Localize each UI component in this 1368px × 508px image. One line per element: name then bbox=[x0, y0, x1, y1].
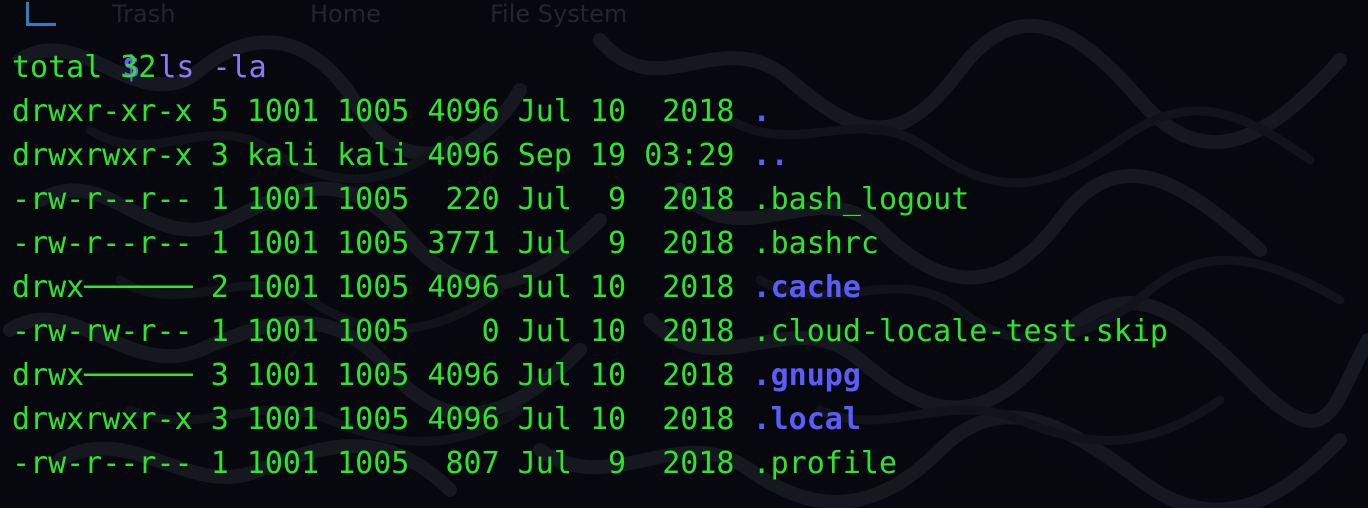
entry-time: 2018 bbox=[644, 446, 735, 481]
entry-day: 10 bbox=[590, 314, 627, 349]
entry-perms: drwx────── bbox=[12, 270, 193, 305]
entry-month: Jul bbox=[517, 270, 572, 305]
entry-time: 2018 bbox=[644, 226, 735, 261]
table-row: drwx────── 2 1001 1005 4096 Jul 10 2018 … bbox=[12, 266, 861, 310]
entry-links: 1 bbox=[210, 446, 229, 481]
entry-owner: 1001 bbox=[246, 314, 320, 349]
entry-time: 2018 bbox=[644, 358, 735, 393]
entry-day: 10 bbox=[590, 270, 627, 305]
entry-links: 1 bbox=[210, 182, 229, 217]
file-name: .cloud-locale-test.skip bbox=[752, 314, 1168, 349]
command-text: ls -la bbox=[158, 50, 267, 85]
entry-month: Jul bbox=[517, 182, 572, 217]
entry-size: 4096 bbox=[427, 358, 500, 393]
entry-owner: 1001 bbox=[246, 94, 320, 129]
entry-time: 2018 bbox=[644, 94, 735, 129]
entry-links: 3 bbox=[210, 358, 229, 393]
entry-size: 4096 bbox=[427, 138, 500, 173]
entry-owner: 1001 bbox=[246, 182, 320, 217]
entry-owner: 1001 bbox=[246, 226, 320, 261]
entry-time: 2018 bbox=[644, 314, 735, 349]
entry-size: 0 bbox=[427, 314, 500, 349]
entry-time: 2018 bbox=[644, 402, 735, 437]
directory-name: . bbox=[752, 94, 771, 129]
entry-links: 5 bbox=[210, 94, 229, 129]
entry-size: 4096 bbox=[427, 94, 500, 129]
entry-owner: 1001 bbox=[246, 270, 320, 305]
entry-day: 9 bbox=[590, 446, 627, 481]
file-name: .profile bbox=[752, 446, 898, 481]
entry-day: 10 bbox=[590, 402, 627, 437]
entry-owner: kali bbox=[246, 138, 320, 173]
entry-size: 220 bbox=[427, 182, 500, 217]
entry-size: 4096 bbox=[427, 270, 500, 305]
entry-group: 1005 bbox=[337, 270, 410, 305]
entry-owner: 1001 bbox=[246, 402, 320, 437]
entry-links: 1 bbox=[210, 314, 229, 349]
directory-name: .gnupg bbox=[752, 358, 861, 393]
total-line: total 32 bbox=[12, 50, 157, 85]
file-name: .bash_logout bbox=[752, 182, 970, 217]
prompt-corner-icon bbox=[26, 2, 56, 26]
entry-month: Jul bbox=[517, 358, 572, 393]
entry-time: 2018 bbox=[644, 270, 735, 305]
entry-day: 10 bbox=[590, 94, 627, 129]
entry-month: Jul bbox=[517, 402, 572, 437]
entry-perms: drwxr-xr-x bbox=[12, 94, 193, 129]
entry-links: 3 bbox=[210, 138, 229, 173]
entry-perms: -rw-r--r-- bbox=[12, 226, 193, 261]
entry-month: Jul bbox=[517, 226, 572, 261]
directory-name: .local bbox=[752, 402, 861, 437]
entry-perms: drwxrwxr-x bbox=[12, 138, 193, 173]
entry-links: 1 bbox=[210, 226, 229, 261]
entry-perms: drwxrwxr-x bbox=[12, 402, 193, 437]
table-row: drwxrwxr-x 3 1001 1005 4096 Jul 10 2018 … bbox=[12, 398, 861, 442]
entry-time: 2018 bbox=[644, 182, 735, 217]
entry-group: 1005 bbox=[337, 314, 410, 349]
directory-name: .cache bbox=[752, 270, 861, 305]
table-row: -rw-rw-r-- 1 1001 1005 0 Jul 10 2018 .cl… bbox=[12, 310, 1168, 354]
entry-size: 4096 bbox=[427, 402, 500, 437]
terminal-output[interactable]: $ ls -la total 32 drwxr-xr-x 5 1001 1005… bbox=[0, 0, 1368, 508]
entry-group: 1005 bbox=[337, 358, 410, 393]
entry-group: kali bbox=[337, 138, 410, 173]
entry-perms: -rw-r--r-- bbox=[12, 182, 193, 217]
entry-month: Jul bbox=[517, 314, 572, 349]
entry-links: 2 bbox=[210, 270, 229, 305]
entry-day: 9 bbox=[590, 182, 627, 217]
entry-day: 10 bbox=[590, 358, 627, 393]
entry-owner: 1001 bbox=[246, 358, 320, 393]
entry-group: 1005 bbox=[337, 446, 410, 481]
entry-perms: drwx────── bbox=[12, 358, 193, 393]
entry-owner: 1001 bbox=[246, 446, 320, 481]
entry-day: 9 bbox=[590, 226, 627, 261]
entry-group: 1005 bbox=[337, 94, 410, 129]
entry-month: Jul bbox=[517, 94, 572, 129]
entry-month: Sep bbox=[517, 138, 572, 173]
table-row: drwx────── 3 1001 1005 4096 Jul 10 2018 … bbox=[12, 354, 861, 398]
table-row: drwxrwxr-x 3 kali kali 4096 Sep 19 03:29… bbox=[12, 134, 789, 178]
entry-group: 1005 bbox=[337, 226, 410, 261]
entry-group: 1005 bbox=[337, 402, 410, 437]
entry-perms: -rw-r--r-- bbox=[12, 446, 193, 481]
table-row: -rw-r--r-- 1 1001 1005 807 Jul 9 2018 .p… bbox=[12, 442, 897, 486]
entry-group: 1005 bbox=[337, 182, 410, 217]
entry-links: 3 bbox=[210, 402, 229, 437]
table-row: -rw-r--r-- 1 1001 1005 3771 Jul 9 2018 .… bbox=[12, 222, 879, 266]
entry-time: 03:29 bbox=[644, 138, 735, 173]
entry-month: Jul bbox=[517, 446, 572, 481]
command-line: $ ls -la bbox=[12, 2, 267, 85]
directory-name: .. bbox=[752, 138, 789, 173]
table-row: drwxr-xr-x 5 1001 1005 4096 Jul 10 2018 … bbox=[12, 90, 771, 134]
file-name: .bashrc bbox=[752, 226, 879, 261]
entry-size: 3771 bbox=[427, 226, 500, 261]
entry-size: 807 bbox=[427, 446, 500, 481]
table-row: -rw-r--r-- 1 1001 1005 220 Jul 9 2018 .b… bbox=[12, 178, 969, 222]
entry-day: 19 bbox=[590, 138, 627, 173]
entry-perms: -rw-rw-r-- bbox=[12, 314, 193, 349]
